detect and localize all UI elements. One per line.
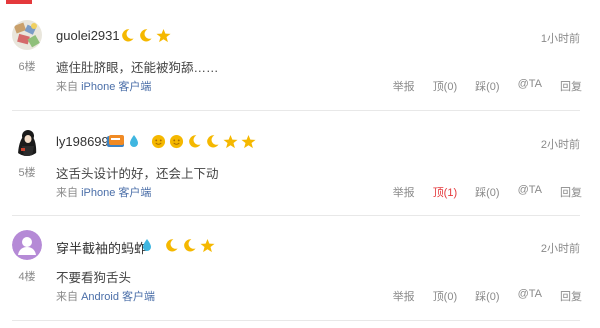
divider	[12, 215, 580, 216]
reply-button[interactable]: 回复	[560, 184, 582, 200]
avatar[interactable]	[12, 20, 42, 50]
username[interactable]: guolei2931	[56, 28, 120, 43]
comment-text: 不要看狗舌头	[56, 271, 132, 285]
comment-actions: 举报 顶(0) 踩(0) @TA 回复	[375, 78, 582, 94]
sun-icon	[151, 134, 166, 148]
moon-icon	[207, 134, 219, 147]
user-badges	[142, 235, 215, 255]
username[interactable]: 穿半截袖的蚂蚱	[56, 238, 147, 257]
divider	[12, 320, 580, 321]
mention-button[interactable]: @TA	[518, 78, 542, 94]
report-button[interactable]: 举报	[393, 288, 415, 304]
reply-button[interactable]: 回复	[560, 78, 582, 94]
floor-number: 4楼	[18, 271, 36, 283]
report-button[interactable]: 举报	[393, 184, 415, 200]
source-info: 来自 Android 客户端	[56, 288, 155, 304]
post-time: 2小时前	[540, 243, 580, 255]
mention-button[interactable]: @TA	[518, 184, 542, 200]
moon-icon	[166, 238, 178, 251]
downvote-button[interactable]: 踩(0)	[475, 78, 499, 94]
star-icon	[156, 28, 171, 42]
comment-text: 这舌头设计的好，还会上下动	[56, 167, 219, 181]
post-time: 2小时前	[540, 139, 580, 151]
divider	[12, 110, 580, 111]
star-icon	[223, 134, 238, 148]
username[interactable]: ly198699	[56, 134, 109, 149]
upvote-button[interactable]: 顶(1)	[433, 184, 457, 200]
moon-icon	[184, 238, 196, 251]
source-info: 来自 iPhone 客户端	[56, 78, 151, 94]
upvote-button[interactable]: 顶(0)	[433, 78, 457, 94]
user-badges	[120, 25, 171, 45]
comment-actions: 举报 顶(0) 踩(0) @TA 回复	[375, 288, 582, 304]
star-icon	[200, 238, 215, 252]
downvote-button[interactable]: 踩(0)	[475, 288, 499, 304]
client-link[interactable]: Android 客户端	[81, 291, 155, 303]
source-prefix: 来自	[56, 187, 78, 199]
star-icon	[241, 134, 256, 148]
client-link[interactable]: iPhone 客户端	[81, 81, 151, 93]
member-card-icon	[107, 135, 124, 147]
comment-actions: 举报 顶(1) 踩(0) @TA 回复	[375, 184, 582, 200]
floor-number: 5楼	[18, 167, 36, 179]
floor-number: 6楼	[18, 61, 36, 73]
avatar[interactable]	[12, 126, 42, 156]
source-info: 来自 iPhone 客户端	[56, 184, 151, 200]
avatar[interactable]	[12, 230, 42, 260]
source-prefix: 来自	[56, 291, 78, 303]
moon-icon	[140, 28, 152, 41]
comment-text: 遮住肚脐眼，还能被狗舔……	[56, 61, 219, 75]
moon-icon	[122, 28, 134, 41]
source-prefix: 来自	[56, 81, 78, 93]
downvote-button[interactable]: 踩(0)	[475, 184, 499, 200]
post-time: 1小时前	[540, 33, 580, 45]
upvote-button[interactable]: 顶(0)	[433, 288, 457, 304]
client-link[interactable]: iPhone 客户端	[81, 187, 151, 199]
report-button[interactable]: 举报	[393, 78, 415, 94]
sun-icon	[169, 134, 184, 148]
top-accent-bar	[6, 0, 32, 4]
water-drop-icon	[143, 239, 151, 251]
moon-icon	[189, 134, 201, 147]
user-badges	[106, 131, 256, 151]
water-drop-icon	[130, 135, 138, 147]
mention-button[interactable]: @TA	[518, 288, 542, 304]
reply-button[interactable]: 回复	[560, 288, 582, 304]
